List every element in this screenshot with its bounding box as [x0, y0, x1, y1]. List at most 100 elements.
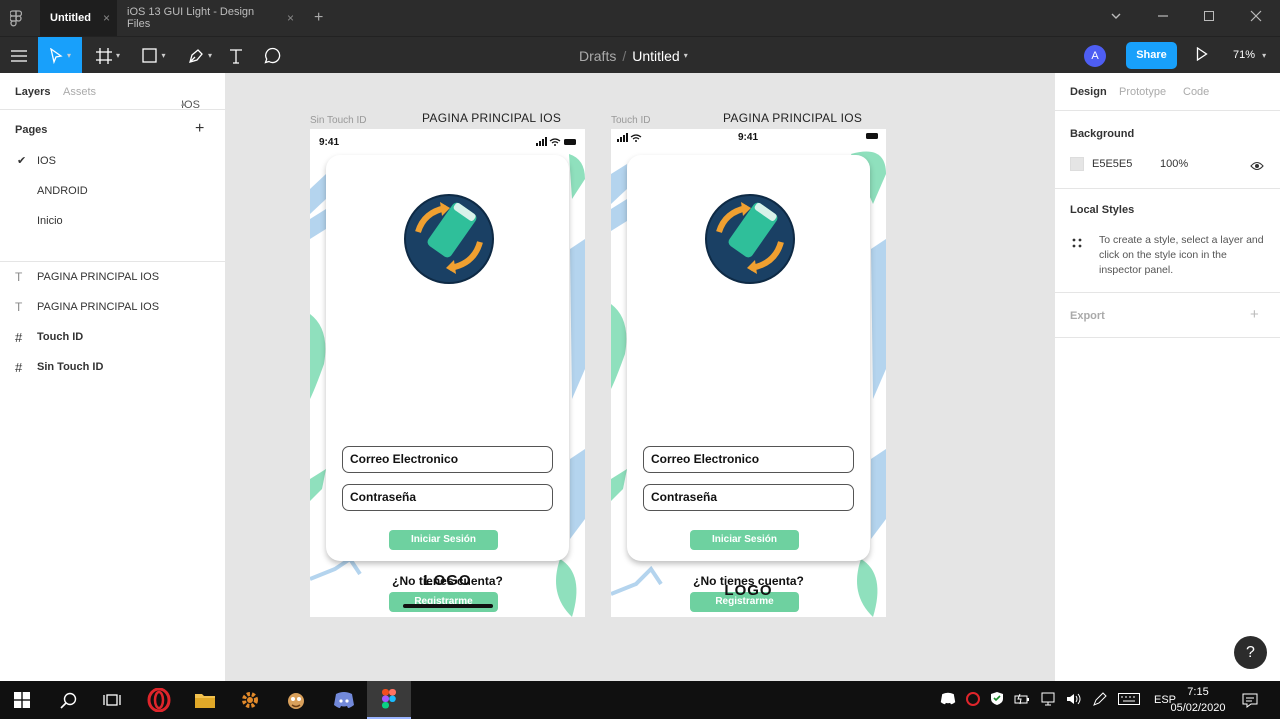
notification-icon[interactable]: [1236, 681, 1264, 719]
password-field[interactable]: Contraseña: [643, 484, 854, 511]
text-layer-icon: T: [15, 300, 23, 314]
panel-divider: [1055, 188, 1280, 189]
task-view-icon[interactable]: [90, 681, 134, 719]
tab-untitled[interactable]: Untitled ×: [40, 0, 117, 36]
panel-divider: [1055, 110, 1280, 111]
background-hex-value[interactable]: E5E5E5: [1092, 158, 1132, 170]
breadcrumb-separator: /: [622, 47, 627, 64]
move-tool-button[interactable]: ▾: [38, 37, 82, 74]
clock-date: 05/02/2020: [1170, 702, 1226, 714]
login-button[interactable]: Iniciar Sesión: [389, 530, 498, 550]
page-item-ios[interactable]: IOS: [37, 155, 56, 167]
pages-title: Pages: [15, 124, 48, 136]
taskbar-clock[interactable]: 7:15 05/02/2020: [1168, 684, 1228, 716]
windows-start-icon[interactable]: [0, 681, 44, 719]
export-section-title: Export: [1070, 310, 1105, 322]
tab-label: iOS 13 GUI Light - Design Files: [127, 6, 255, 30]
phone-frame-sin-touch-id[interactable]: Correo Electronico Contraseña Iniciar Se…: [310, 129, 585, 617]
main-menu-button[interactable]: [0, 37, 37, 74]
settings-gear-icon[interactable]: [228, 681, 272, 719]
frame-label[interactable]: Touch ID: [611, 115, 650, 126]
login-card: Correo Electronico Contraseña Iniciar Se…: [627, 155, 870, 612]
figma-menu-icon[interactable]: [9, 10, 23, 32]
zoom-level: 71%: [1233, 49, 1256, 61]
cursor-icon: [50, 47, 63, 64]
toolbar: ▾ ▾ ▾ ▾ Drafts / Untitled ▾ A Share 71% …: [0, 36, 1280, 74]
opera-tray-icon[interactable]: [966, 691, 980, 709]
tab-layers[interactable]: Layers: [15, 86, 50, 98]
hamburger-icon: [10, 49, 27, 62]
login-button[interactable]: Iniciar Sesión: [690, 530, 799, 550]
help-button[interactable]: ?: [1234, 636, 1267, 669]
layer-item[interactable]: T PAGINA PRINCIPAL IOS: [15, 267, 159, 287]
zoom-dropdown[interactable]: 71% ▾: [1233, 49, 1266, 61]
layer-item[interactable]: T PAGINA PRINCIPAL IOS: [15, 297, 159, 317]
tab-prototype[interactable]: Prototype: [1119, 86, 1166, 98]
frame-title-text[interactable]: PAGINA PRINCIPAL IOS: [723, 111, 862, 125]
tab-assets[interactable]: Assets: [63, 86, 96, 98]
close-tab-icon[interactable]: ×: [103, 11, 110, 25]
tab-design[interactable]: Design: [1070, 86, 1107, 98]
file-name[interactable]: Untitled: [632, 48, 679, 64]
new-tab-button[interactable]: +: [304, 0, 328, 36]
game-app-icon[interactable]: [274, 681, 318, 719]
frame-title-text[interactable]: PAGINA PRINCIPAL IOS: [422, 111, 561, 125]
comment-tool-button[interactable]: [258, 37, 286, 74]
layer-label: PAGINA PRINCIPAL IOS: [37, 301, 160, 313]
background-opacity-value[interactable]: 100%: [1160, 158, 1188, 170]
share-button[interactable]: Share: [1126, 42, 1177, 69]
pen-input-icon[interactable]: [1092, 691, 1108, 710]
register-button[interactable]: Registrarme: [389, 592, 498, 612]
keyboard-icon[interactable]: [1118, 692, 1140, 708]
tab-ios13-gui[interactable]: iOS 13 GUI Light - Design Files ×: [117, 0, 304, 36]
status-icons: [617, 133, 642, 142]
search-icon[interactable]: [46, 681, 90, 719]
close-window-icon[interactable]: [1248, 10, 1264, 26]
battery-charging-icon[interactable]: [1014, 693, 1030, 708]
file-explorer-icon[interactable]: [183, 681, 227, 719]
tab-code[interactable]: Code: [1183, 86, 1209, 98]
close-tab-icon[interactable]: ×: [287, 11, 294, 25]
discord-tray-icon[interactable]: [940, 692, 956, 708]
system-tray: ESP: [940, 681, 1176, 719]
page-item-android[interactable]: ANDROID: [37, 185, 88, 197]
title-bar: Untitled × iOS 13 GUI Light - Design Fil…: [0, 0, 1280, 36]
pen-tool-button[interactable]: ▾: [180, 37, 220, 74]
chevron-down-icon[interactable]: [1108, 10, 1124, 26]
add-page-icon[interactable]: +: [195, 120, 204, 138]
panel-divider: [0, 261, 226, 262]
breadcrumb-drafts[interactable]: Drafts: [579, 48, 616, 64]
shape-tool-button[interactable]: ▾: [134, 37, 174, 74]
present-button[interactable]: [1196, 46, 1208, 66]
page-item-inicio[interactable]: Inicio: [37, 215, 63, 227]
figma-app-icon[interactable]: [367, 681, 411, 719]
email-field[interactable]: Correo Electronico: [643, 446, 854, 473]
opera-browser-icon[interactable]: [137, 681, 181, 719]
login-card: Correo Electronico Contraseña Iniciar Se…: [326, 155, 569, 612]
canvas[interactable]: Sin Touch ID PAGINA PRINCIPAL IOS Correo…: [226, 73, 1054, 681]
right-panel: Design Prototype Code Background E5E5E5 …: [1054, 73, 1280, 681]
background-color-swatch[interactable]: [1070, 157, 1084, 171]
chevron-down-icon[interactable]: ▾: [684, 51, 688, 60]
volume-icon[interactable]: [1066, 692, 1082, 709]
chevron-down-icon: ▾: [115, 51, 120, 60]
discord-icon[interactable]: [322, 681, 366, 719]
layer-item[interactable]: # Sin Touch ID: [15, 357, 103, 377]
text-tool-button[interactable]: [222, 37, 250, 74]
panel-divider: [1055, 292, 1280, 293]
network-icon[interactable]: [1040, 692, 1056, 709]
frame-tool-button[interactable]: ▾: [88, 37, 128, 74]
add-export-icon[interactable]: +: [1250, 306, 1259, 323]
phone-frame-touch-id[interactable]: Correo Electronico Contraseña Iniciar Se…: [611, 129, 886, 617]
email-field[interactable]: Correo Electronico: [342, 446, 553, 473]
minimize-icon[interactable]: [1155, 10, 1171, 26]
password-field[interactable]: Contraseña: [342, 484, 553, 511]
layer-item[interactable]: # Touch ID: [15, 327, 83, 347]
eye-icon[interactable]: [1250, 158, 1264, 176]
status-time: 9:41: [738, 132, 759, 143]
maximize-icon[interactable]: [1201, 10, 1217, 26]
logo-placeholder-text: LOGO: [423, 572, 472, 589]
frame-label[interactable]: Sin Touch ID: [310, 115, 367, 126]
shield-icon[interactable]: [990, 691, 1004, 709]
avatar[interactable]: A: [1084, 45, 1106, 67]
